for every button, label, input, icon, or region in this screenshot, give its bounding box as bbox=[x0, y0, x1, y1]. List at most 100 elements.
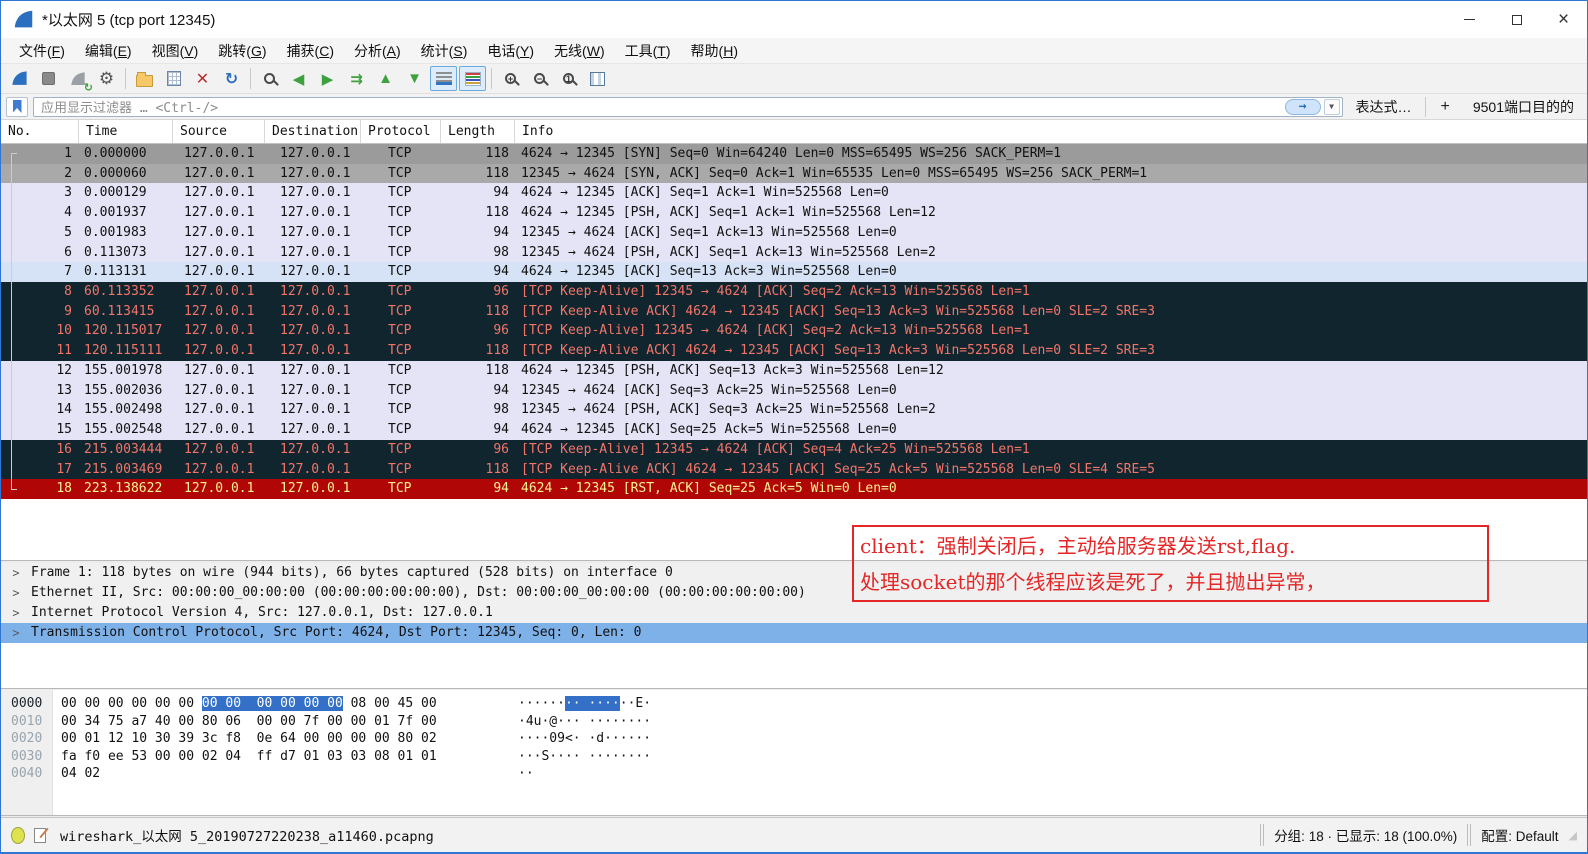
hex-row-0000[interactable]: 000000 00 00 00 00 00 00 00 00 00 00 00 … bbox=[1, 695, 1587, 713]
restart-capture-button[interactable]: ↻ bbox=[64, 66, 91, 91]
cell-src[interactable]: 127.0.0.1 bbox=[173, 381, 265, 401]
packet-list[interactable]: 10.000000127.0.0.1127.0.0.1TCP1184624 → … bbox=[1, 144, 1587, 560]
cell-src[interactable]: 127.0.0.1 bbox=[173, 243, 265, 263]
cell-src[interactable]: 127.0.0.1 bbox=[173, 302, 265, 322]
cell-info[interactable]: [TCP Keep-Alive] 12345 → 4624 [ACK] Seq=… bbox=[515, 282, 1587, 302]
close-button[interactable]: × bbox=[1540, 1, 1587, 38]
expander-chevron-icon[interactable]: > bbox=[1, 583, 31, 603]
cell-no[interactable]: 18 bbox=[1, 479, 79, 499]
cell-len[interactable]: 94 bbox=[441, 183, 515, 203]
cell-len[interactable]: 118 bbox=[441, 203, 515, 223]
cell-no[interactable]: 1 bbox=[1, 144, 79, 164]
cell-proto[interactable]: TCP bbox=[361, 420, 441, 440]
menu-item-e[interactable]: 编辑(E) bbox=[75, 40, 142, 62]
hex-bytes[interactable]: 04 02 bbox=[61, 765, 100, 783]
cell-no[interactable]: 5 bbox=[1, 223, 79, 243]
packet-row-11[interactable]: 11120.115111127.0.0.1127.0.0.1TCP118[TCP… bbox=[1, 341, 1587, 361]
cell-info[interactable]: 4624 → 12345 [SYN] Seq=0 Win=64240 Len=0… bbox=[515, 144, 1587, 164]
cell-info[interactable]: 12345 → 4624 [ACK] Seq=3 Ack=25 Win=5255… bbox=[515, 381, 1587, 401]
cell-time[interactable]: 0.000129 bbox=[79, 183, 173, 203]
cell-time[interactable]: 0.000060 bbox=[79, 164, 173, 184]
packet-row-13[interactable]: 13155.002036127.0.0.1127.0.0.1TCP9412345… bbox=[1, 381, 1587, 401]
packet-row-3[interactable]: 30.000129127.0.0.1127.0.0.1TCP944624 → 1… bbox=[1, 183, 1587, 203]
column-header-protocol[interactable]: Protocol bbox=[361, 120, 441, 143]
hex-bytes[interactable]: 00 34 75 a7 40 00 80 06 00 00 7f 00 00 0… bbox=[61, 713, 437, 731]
zoom-in-button[interactable]: + bbox=[497, 66, 524, 91]
menu-item-g[interactable]: 跳转(G) bbox=[208, 40, 276, 62]
expander-chevron-icon[interactable]: > bbox=[1, 603, 31, 623]
cell-proto[interactable]: TCP bbox=[361, 144, 441, 164]
packet-row-16[interactable]: 16215.003444127.0.0.1127.0.0.1TCP96[TCP … bbox=[1, 440, 1587, 460]
start-capture-button[interactable] bbox=[6, 66, 33, 91]
cell-src[interactable]: 127.0.0.1 bbox=[173, 321, 265, 341]
packet-row-12[interactable]: 12155.001978127.0.0.1127.0.0.1TCP1184624… bbox=[1, 361, 1587, 381]
menu-item-t[interactable]: 工具(T) bbox=[615, 40, 681, 62]
cell-info[interactable]: 4624 → 12345 [ACK] Seq=25 Ack=5 Win=5255… bbox=[515, 420, 1587, 440]
packet-row-10[interactable]: 10120.115017127.0.0.1127.0.0.1TCP96[TCP … bbox=[1, 321, 1587, 341]
cell-info[interactable]: [TCP Keep-Alive] 12345 → 4624 [ACK] Seq=… bbox=[515, 440, 1587, 460]
cell-time[interactable]: 155.002548 bbox=[79, 420, 173, 440]
cell-no[interactable]: 17 bbox=[1, 460, 79, 480]
cell-proto[interactable]: TCP bbox=[361, 400, 441, 420]
cell-len[interactable]: 118 bbox=[441, 361, 515, 381]
column-header-time[interactable]: Time bbox=[79, 120, 173, 143]
cell-dst[interactable]: 127.0.0.1 bbox=[265, 321, 361, 341]
cell-time[interactable]: 0.113131 bbox=[79, 262, 173, 282]
cell-no[interactable]: 14 bbox=[1, 400, 79, 420]
zoom-original-button[interactable]: 1 bbox=[555, 66, 582, 91]
packet-row-2[interactable]: 20.000060127.0.0.1127.0.0.1TCP11812345 →… bbox=[1, 164, 1587, 184]
filter-dropdown-caret[interactable]: ▼ bbox=[1324, 99, 1340, 115]
cell-info[interactable]: [TCP Keep-Alive] 12345 → 4624 [ACK] Seq=… bbox=[515, 321, 1587, 341]
cell-len[interactable]: 118 bbox=[441, 302, 515, 322]
packet-row-17[interactable]: 17215.003469127.0.0.1127.0.0.1TCP118[TCP… bbox=[1, 460, 1587, 480]
menu-item-c[interactable]: 捕获(C) bbox=[277, 40, 344, 62]
cell-time[interactable]: 60.113352 bbox=[79, 282, 173, 302]
column-header-info[interactable]: Info bbox=[515, 120, 1587, 143]
packet-row-6[interactable]: 60.113073127.0.0.1127.0.0.1TCP9812345 → … bbox=[1, 243, 1587, 263]
cell-src[interactable]: 127.0.0.1 bbox=[173, 183, 265, 203]
cell-src[interactable]: 127.0.0.1 bbox=[173, 164, 265, 184]
cell-proto[interactable]: TCP bbox=[361, 361, 441, 381]
hex-row-0010[interactable]: 001000 34 75 a7 40 00 80 06 00 00 7f 00 … bbox=[1, 713, 1587, 731]
cell-len[interactable]: 96 bbox=[441, 440, 515, 460]
cell-proto[interactable]: TCP bbox=[361, 262, 441, 282]
cell-src[interactable]: 127.0.0.1 bbox=[173, 144, 265, 164]
cell-info[interactable]: 12345 → 4624 [ACK] Seq=1 Ack=13 Win=5255… bbox=[515, 223, 1587, 243]
menu-item-s[interactable]: 统计(S) bbox=[411, 40, 478, 62]
cell-proto[interactable]: TCP bbox=[361, 203, 441, 223]
auto-scroll-button[interactable] bbox=[430, 66, 457, 91]
cell-len[interactable]: 98 bbox=[441, 243, 515, 263]
detail-row-4[interactable]: >Transmission Control Protocol, Src Port… bbox=[1, 623, 1587, 643]
menu-item-w[interactable]: 无线(W) bbox=[544, 40, 615, 62]
cell-len[interactable]: 118 bbox=[441, 164, 515, 184]
resize-columns-button[interactable] bbox=[584, 66, 611, 91]
cell-no[interactable]: 10 bbox=[1, 321, 79, 341]
packet-row-1[interactable]: 10.000000127.0.0.1127.0.0.1TCP1184624 → … bbox=[1, 144, 1587, 164]
cell-no[interactable]: 6 bbox=[1, 243, 79, 263]
packet-row-8[interactable]: 860.113352127.0.0.1127.0.0.1TCP96[TCP Ke… bbox=[1, 282, 1587, 302]
cell-time[interactable]: 0.001983 bbox=[79, 223, 173, 243]
column-header-no[interactable]: No. bbox=[1, 120, 79, 143]
cell-src[interactable]: 127.0.0.1 bbox=[173, 479, 265, 499]
cell-proto[interactable]: TCP bbox=[361, 183, 441, 203]
ascii-bytes[interactable]: ········ ······E· bbox=[518, 695, 651, 713]
resize-grip[interactable]: ◢ bbox=[1569, 829, 1577, 842]
cell-len[interactable]: 96 bbox=[441, 321, 515, 341]
cell-proto[interactable]: TCP bbox=[361, 164, 441, 184]
hex-bytes[interactable]: 00 01 12 10 30 39 3c f8 0e 64 00 00 00 0… bbox=[61, 730, 437, 748]
menu-item-y[interactable]: 电话(Y) bbox=[477, 40, 544, 62]
cell-src[interactable]: 127.0.0.1 bbox=[173, 262, 265, 282]
go-first-packet-button[interactable]: ▲ bbox=[372, 66, 399, 91]
minimize-button[interactable] bbox=[1446, 1, 1493, 38]
ascii-bytes[interactable]: ·· bbox=[518, 765, 534, 783]
packet-row-4[interactable]: 40.001937127.0.0.1127.0.0.1TCP1184624 → … bbox=[1, 203, 1587, 223]
cell-proto[interactable]: TCP bbox=[361, 341, 441, 361]
open-file-button[interactable] bbox=[131, 66, 158, 91]
cell-info[interactable]: 4624 → 12345 [RST, ACK] Seq=25 Ack=5 Win… bbox=[515, 479, 1587, 499]
packet-row-9[interactable]: 960.113415127.0.0.1127.0.0.1TCP118[TCP K… bbox=[1, 302, 1587, 322]
cell-info[interactable]: 12345 → 4624 [SYN, ACK] Seq=0 Ack=1 Win=… bbox=[515, 164, 1587, 184]
cell-proto[interactable]: TCP bbox=[361, 223, 441, 243]
cell-dst[interactable]: 127.0.0.1 bbox=[265, 361, 361, 381]
cell-no[interactable]: 9 bbox=[1, 302, 79, 322]
cell-src[interactable]: 127.0.0.1 bbox=[173, 440, 265, 460]
